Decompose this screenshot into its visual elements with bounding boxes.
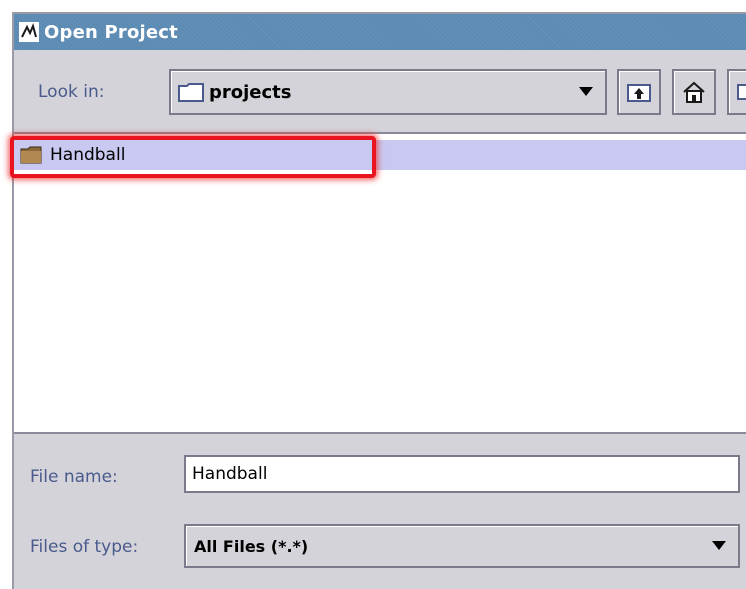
up-folder-icon [627,84,651,102]
look-in-value: projects [209,81,292,103]
title-bar[interactable]: Open Project [14,14,746,50]
file-name-field[interactable]: Handball [184,455,740,493]
home-icon [683,81,705,103]
file-name-label: File name: [30,467,118,487]
chevron-down-icon [579,87,593,96]
new-folder-icon [737,84,746,100]
files-of-type-value: All Files (*.*) [194,536,309,556]
open-project-dialog: Open Project Look in: projects Handball … [10,12,746,589]
app-icon [19,22,39,42]
new-folder-button[interactable] [727,69,746,115]
file-list[interactable]: Handball [10,132,746,434]
chevron-down-icon [712,541,726,550]
home-button[interactable] [672,69,716,115]
up-one-level-button[interactable] [617,69,661,115]
folder-icon [178,83,204,102]
window-title: Open Project [44,21,178,43]
look-in-dropdown[interactable]: projects [169,69,607,115]
files-of-type-label: Files of type: [30,537,139,557]
annotation-highlight [10,136,376,178]
look-in-label: Look in: [38,82,105,102]
files-of-type-dropdown[interactable]: All Files (*.*) [184,524,740,568]
